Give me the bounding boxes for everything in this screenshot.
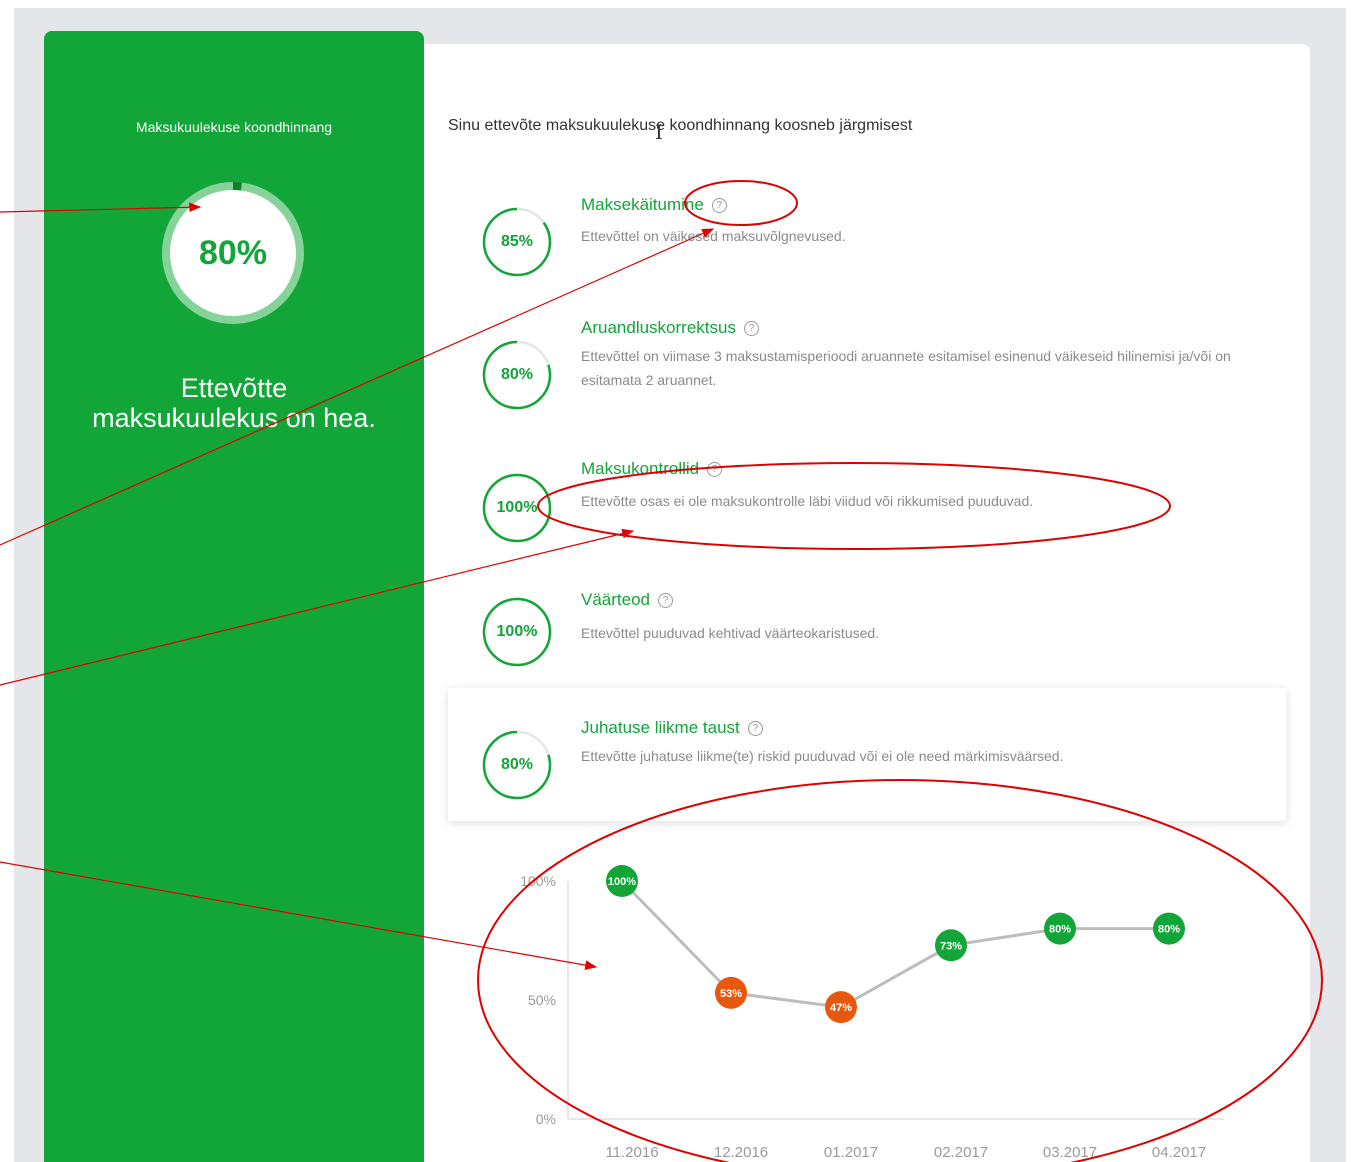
data-point[interactable]: 47%: [825, 991, 857, 1024]
data-point-label: 53%: [720, 988, 742, 1000]
x-tick-label: 01.2017: [824, 1144, 878, 1161]
data-point[interactable]: 80%: [1044, 912, 1076, 945]
x-tick-label: 04.2017: [1152, 1144, 1206, 1161]
x-tick-label: 11.2016: [605, 1144, 658, 1161]
score-history-chart: 100% 50% 0% 100% 53% 47% 73% 80% 80% 11.2016 12.20…: [520, 865, 1224, 1161]
data-point-label: 73%: [940, 940, 962, 952]
data-point-label: 47%: [830, 1002, 852, 1014]
series-line: [620, 879, 1169, 1009]
x-tick-label: 03.2017: [1043, 1144, 1097, 1161]
y-tick-label: 50%: [528, 992, 556, 1008]
data-point-label: 80%: [1049, 924, 1071, 936]
data-point[interactable]: 53%: [715, 976, 747, 1009]
data-point[interactable]: 80%: [1153, 912, 1185, 945]
data-point[interactable]: 100%: [606, 865, 638, 897]
x-tick-label: 02.2017: [934, 1144, 988, 1161]
y-tick-label: 0%: [536, 1111, 556, 1127]
data-point-label: 100%: [608, 876, 636, 888]
data-point-label: 80%: [1158, 924, 1180, 936]
y-tick-label: 100%: [520, 873, 556, 889]
data-point[interactable]: 73%: [935, 929, 967, 962]
x-tick-label: 12.2016: [714, 1144, 768, 1161]
